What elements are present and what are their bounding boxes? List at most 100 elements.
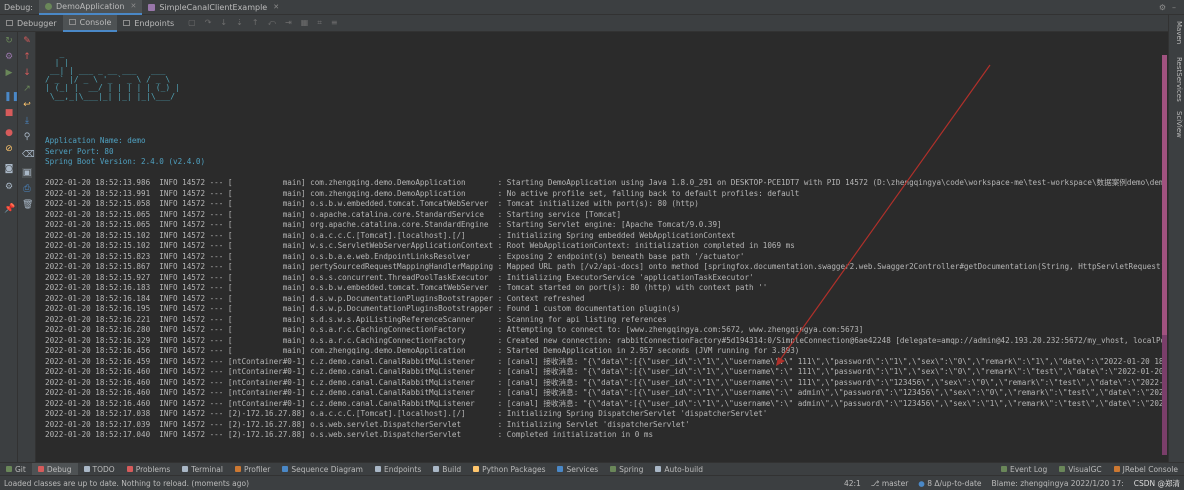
run-to-cursor-icon[interactable]: ⇥ <box>285 18 292 28</box>
tool-tab-problems[interactable]: Problems <box>121 463 177 476</box>
git-branch[interactable]: ⎇ master <box>871 479 908 488</box>
tool-tab-label: VisualGC <box>1068 464 1102 474</box>
tool-tab-visualgc[interactable]: VisualGC <box>1053 463 1107 476</box>
rest-services-tab[interactable]: RestServices <box>1171 57 1183 102</box>
boot-version-line: Spring Boot Version: 2.4.0 (v2.4.0) <box>45 157 206 166</box>
clear-icon[interactable]: ⌫ <box>22 150 35 160</box>
debug-toolbar: Debugger Console Endpoints ▢ ↷ ↓ ⇣ ↑ ⤺ ⇥… <box>0 14 1168 32</box>
trash-icon[interactable]: 🗑 <box>22 200 33 210</box>
vcs-status[interactable]: ● 8 Δ/up-to-date <box>918 479 981 488</box>
more-icon[interactable]: ≡ <box>331 18 338 28</box>
tool-tab-sequence-diagram[interactable]: Sequence Diagram <box>276 463 369 476</box>
step-out-icon[interactable]: ↗ <box>22 84 32 94</box>
tool-tab-label: Problems <box>135 464 171 474</box>
sciview-tab[interactable]: SciView <box>1171 111 1183 138</box>
log-line: 2022-01-20 18:52:15.867 INFO 14572 --- [… <box>45 262 1165 271</box>
tool-tab-icon <box>182 466 189 472</box>
run-tab-canal-client[interactable]: SimpleCanalClientExample ✕ <box>142 0 285 15</box>
layout-icon[interactable]: ▣ <box>22 168 32 178</box>
tool-tab-endpoints[interactable]: Endpoints <box>369 463 427 476</box>
log-lines: 2022-01-20 18:52:13.986 INFO 14572 --- [… <box>45 178 1165 441</box>
tool-tab-label: Build <box>442 464 462 474</box>
settings-icon[interactable]: ⚙ <box>1159 3 1166 12</box>
tool-tab-icon <box>374 466 381 472</box>
log-line: 2022-01-20 18:52:15.102 INFO 14572 --- [… <box>45 230 736 240</box>
step-into-icon[interactable]: ↓ <box>220 18 227 28</box>
tool-tab-services[interactable]: Services <box>551 463 604 476</box>
step-over-icon[interactable]: ↷ <box>205 18 212 28</box>
down-arrow-icon[interactable]: ↓ <box>22 68 32 78</box>
close-icon[interactable]: ✕ <box>273 3 279 11</box>
tool-tab-icon <box>610 466 617 472</box>
trace-icon[interactable]: ⌗ <box>317 18 322 28</box>
view-breakpoints-icon[interactable]: ● <box>4 128 14 138</box>
tool-tab-git[interactable]: Git <box>0 463 32 476</box>
tool-tab-label: Spring <box>619 464 644 474</box>
tool-tab-debug[interactable]: Debug <box>31 462 78 476</box>
log-line: 2022-01-20 18:52:13.991 INFO 14572 --- [… <box>45 188 800 198</box>
close-icon[interactable]: ✕ <box>130 2 136 10</box>
tool-tab-event-log[interactable]: Event Log <box>995 463 1053 476</box>
edit-icon[interactable]: ✎ <box>22 36 32 46</box>
filter-icon[interactable]: ⚲ <box>22 132 32 142</box>
camera-icon[interactable]: ◙ <box>4 164 14 174</box>
tab-console[interactable]: Console <box>62 14 118 32</box>
force-step-into-icon[interactable]: ⇣ <box>236 18 243 28</box>
console-actions-gutter: ✎ ↑ ↓ ↗ ↩ ⤓ ⚲ ⌫ ▣ ⎙ 🗑 <box>18 32 36 462</box>
tool-tab-python-packages[interactable]: Python Packages <box>467 463 551 476</box>
layout-icon[interactable]: ▢ <box>188 18 196 28</box>
tool-tab-profiler[interactable]: Profiler <box>229 463 276 476</box>
tool-tab-build[interactable]: Build <box>427 463 467 476</box>
up-arrow-icon[interactable]: ↑ <box>22 52 32 62</box>
debug-tab-bar: Debug: DemoApplication ✕ SimpleCanalClie… <box>0 0 1184 15</box>
log-line: 2022-01-20 18:52:15.058 INFO 14572 --- [… <box>45 199 699 208</box>
resume-icon[interactable]: ▶ <box>4 68 14 78</box>
log-line: 2022-01-20 18:52:16.184 INFO 14572 --- [… <box>45 293 585 303</box>
mute-breakpoints-icon[interactable]: ⊘ <box>4 144 14 154</box>
tab-debugger[interactable]: Debugger <box>0 15 63 32</box>
log-line: 2022-01-20 18:52:15.927 INFO 14572 --- [… <box>45 272 754 282</box>
caret-position[interactable]: 42:1 <box>844 479 861 488</box>
tool-tab-auto-build[interactable]: Auto-build <box>649 463 709 476</box>
tool-tab-terminal[interactable]: Terminal <box>176 463 229 476</box>
rerun-icon[interactable]: ↻ <box>4 36 14 46</box>
step-out-icon[interactable]: ↑ <box>252 18 259 28</box>
tab-label: Debugger <box>17 18 57 28</box>
settings-icon[interactable]: ⚙ <box>4 182 14 192</box>
tool-tab-label: Services <box>566 464 599 474</box>
print-icon[interactable]: ⎙ <box>22 184 32 194</box>
console-scroll-thumb[interactable] <box>1162 55 1167 335</box>
blame-info[interactable]: Blame: zhengqingya 2022/1/20 17: <box>992 479 1124 488</box>
tool-tab-label: Endpoints <box>383 464 422 474</box>
stop-icon[interactable]: ■ <box>4 108 14 118</box>
console-output[interactable]: _ | | __| | ___ _ __ ___ ___ / _` |/ _ \… <box>37 32 1165 456</box>
tool-tab-icon <box>1000 466 1007 472</box>
log-line: 2022-01-20 18:52:15.065 INFO 14572 --- [… <box>45 220 722 229</box>
log-line: 2022-01-20 18:52:17.040 INFO 14572 --- [… <box>45 430 654 439</box>
evaluate-icon[interactable]: ▦ <box>301 18 309 28</box>
settings-icon[interactable]: ⚙ <box>4 52 14 62</box>
window-controls: ⚙ – <box>1159 3 1184 12</box>
tool-tab-icon <box>83 466 90 472</box>
tool-tab-jrebel-console[interactable]: JRebel Console <box>1108 463 1184 476</box>
pause-icon[interactable]: ❚❚ <box>4 92 19 102</box>
stepping-actions: ▢ ↷ ↓ ⇣ ↑ ⤺ ⇥ ▦ ⌗ ≡ <box>188 18 337 28</box>
log-line: 2022-01-20 18:52:15.823 INFO 14572 --- [… <box>45 251 745 261</box>
tool-tab-icon <box>37 466 44 472</box>
pin-icon[interactable]: 📌 <box>4 204 15 214</box>
minimize-icon[interactable]: – <box>1172 3 1176 12</box>
soft-wrap-icon[interactable]: ↩ <box>22 100 32 110</box>
tool-tab-label: JRebel Console <box>1122 464 1178 474</box>
tool-tab-spring[interactable]: Spring <box>604 463 649 476</box>
log-line: 2022-01-20 18:52:17.038 INFO 14572 --- [… <box>45 409 768 418</box>
ascii-banner: _ | | __| | ___ _ __ ___ ___ / _` |/ _ \… <box>45 49 180 101</box>
tab-endpoints[interactable]: Endpoints <box>117 15 180 32</box>
log-line: 2022-01-20 18:52:16.329 INFO 14572 --- [… <box>45 335 1165 345</box>
tool-tab-label: Profiler <box>243 464 271 474</box>
scroll-to-end-icon[interactable]: ⤓ <box>22 116 32 126</box>
drop-frame-icon[interactable]: ⤺ <box>268 18 277 28</box>
log-line: 2022-01-20 18:52:16.459 INFO 14572 --- [… <box>45 356 1165 366</box>
maven-tab[interactable]: Maven <box>1171 21 1183 44</box>
run-tab-demo-application[interactable]: DemoApplication ✕ <box>39 0 143 15</box>
tool-tab-todo[interactable]: TODO <box>78 463 121 476</box>
